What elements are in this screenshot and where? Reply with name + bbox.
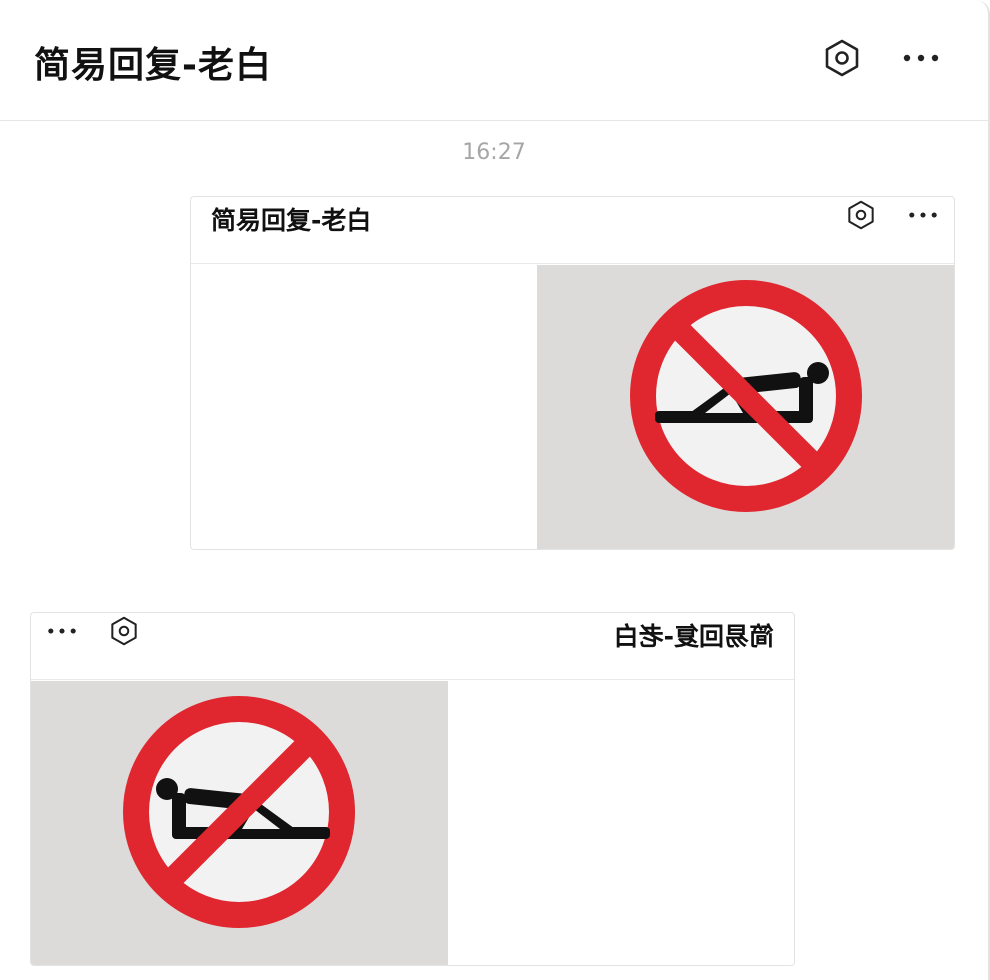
no-lying-down-sign-image	[537, 265, 954, 549]
no-lying-down-sign-icon	[630, 280, 862, 512]
card-title: 简易回复-老白	[613, 622, 774, 651]
message-image-card[interactable]: 简易回复-老白	[190, 196, 955, 550]
card-body	[191, 265, 954, 549]
chat-title: 简易回复-老白	[34, 45, 272, 86]
message-timestamp: 16:27	[462, 140, 526, 165]
no-lying-down-sign-image	[31, 681, 448, 965]
chat-window: 简易回复-老白 16:27 简易回复-老白 简易回复-老白	[0, 0, 990, 980]
hexagon-settings-icon	[848, 200, 874, 230]
card-header: 简易回复-老白	[191, 197, 954, 264]
card-title: 简易回复-老白	[211, 206, 372, 235]
blank-panel	[448, 681, 794, 965]
blank-panel	[191, 265, 537, 549]
card-body	[31, 681, 794, 965]
hexagon-settings-icon	[111, 616, 137, 646]
card-header: 简易回复-老白	[31, 613, 794, 680]
more-button[interactable]	[898, 42, 944, 74]
no-lying-down-sign-icon	[123, 696, 355, 928]
more-horizontal-icon	[903, 54, 939, 62]
more-horizontal-icon	[909, 212, 937, 218]
more-horizontal-icon	[48, 628, 76, 634]
mirrored-message-image-card[interactable]: 简易回复-老白	[30, 612, 795, 966]
settings-button[interactable]	[822, 38, 862, 78]
hexagon-settings-icon	[825, 39, 859, 77]
chat-header: 简易回复-老白	[0, 0, 988, 121]
